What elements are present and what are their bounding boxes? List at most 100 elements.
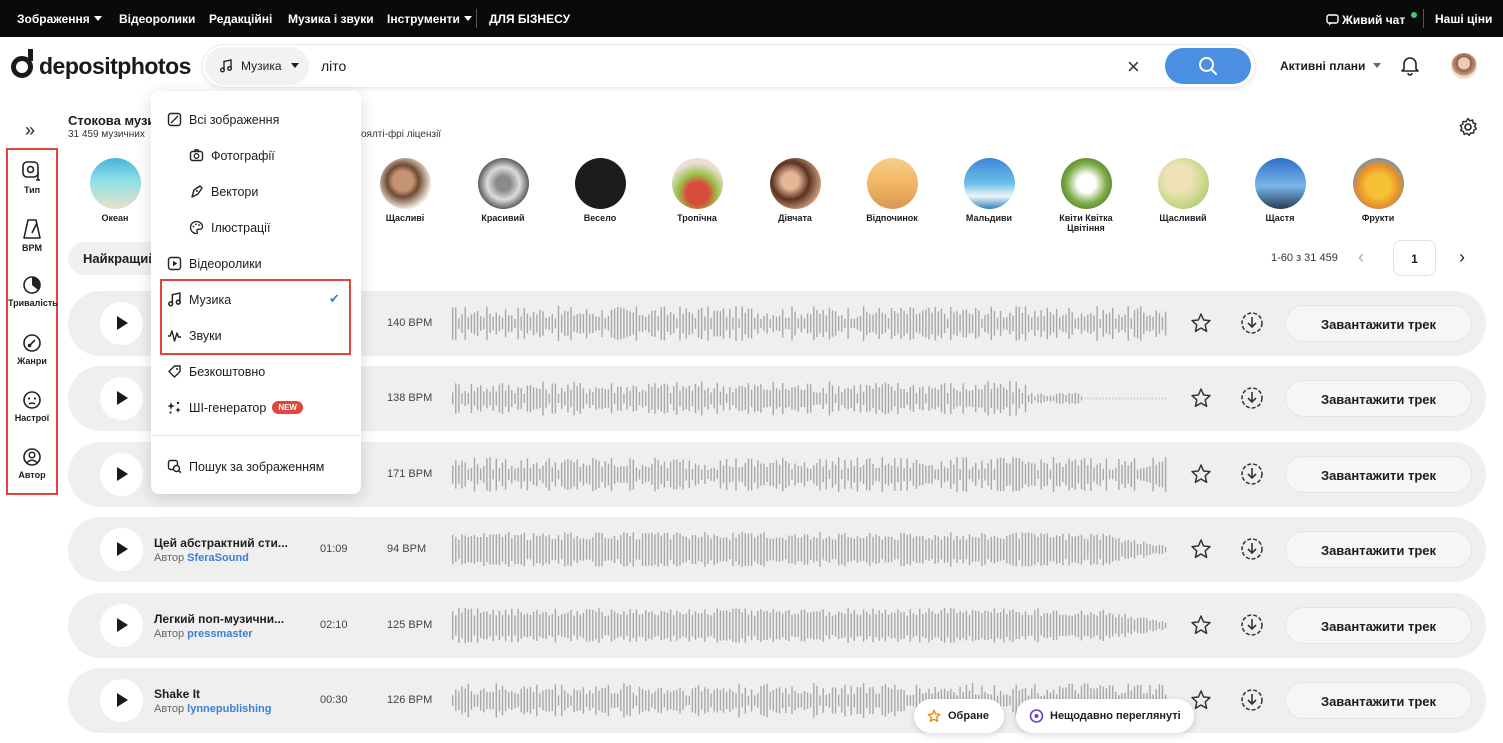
category-ocean[interactable]: Океан — [70, 158, 160, 223]
author-link[interactable]: lynnepublishing — [187, 703, 271, 715]
star-icon[interactable] — [1190, 312, 1212, 334]
star-icon[interactable] — [1190, 689, 1212, 711]
waveform[interactable] — [452, 532, 1168, 567]
category-rest[interactable]: Відпочинок — [847, 158, 937, 223]
waveform-bar — [682, 459, 684, 490]
category-beautiful[interactable]: Красивий — [458, 158, 548, 223]
waveform-bar — [666, 468, 669, 481]
favorites-button[interactable]: Обране — [914, 699, 1004, 733]
search-type-select[interactable]: Музика — [205, 47, 309, 85]
waveform-bar — [582, 314, 585, 333]
menu-item-sounds[interactable]: Звуки — [167, 328, 222, 343]
clear-search-icon[interactable]: × — [1127, 54, 1140, 80]
waveform[interactable] — [452, 306, 1168, 341]
play-button[interactable] — [100, 302, 143, 345]
waveform-bar — [536, 610, 538, 641]
filter-duration[interactable]: Тривалість — [8, 275, 58, 308]
menu-item-search-by-image[interactable]: Пошук за зображенням — [167, 459, 324, 474]
download-icon[interactable] — [1240, 613, 1264, 637]
filter-moods[interactable]: Настрої — [8, 390, 56, 423]
download-track-button[interactable]: Завантажити трек — [1285, 607, 1472, 644]
play-button[interactable] — [100, 453, 143, 496]
play-button[interactable] — [100, 528, 143, 571]
filter-author[interactable]: Автор — [8, 447, 56, 480]
star-icon[interactable] — [1190, 463, 1212, 485]
nav-music[interactable]: Музика і звуки — [288, 12, 374, 26]
download-icon[interactable] — [1240, 537, 1264, 561]
chevron-right-icon[interactable]: › — [1459, 247, 1465, 268]
download-track-button[interactable]: Завантажити трек — [1285, 531, 1472, 568]
waveform-bar — [757, 611, 759, 640]
author-link[interactable]: pressmaster — [187, 628, 252, 640]
bell-icon[interactable] — [1399, 54, 1421, 76]
download-track-button[interactable]: Завантажити трек — [1285, 305, 1472, 342]
active-plans-menu[interactable]: Активні плани — [1280, 59, 1382, 73]
filter-bpm[interactable]: BPM — [8, 218, 56, 253]
menu-item-illustrations[interactable]: Ілюстрації — [189, 220, 270, 235]
category-happy-2[interactable]: Щасливий — [1138, 158, 1228, 223]
nav-prices[interactable]: Наші ціни — [1435, 12, 1492, 26]
menu-item-ai-generator[interactable]: ШІ-генератор NEW — [167, 400, 303, 415]
menu-item-free[interactable]: Безкоштовно — [167, 364, 265, 379]
download-icon[interactable] — [1240, 688, 1264, 712]
recently-viewed-button[interactable]: Нещодавно переглянуті — [1016, 699, 1194, 733]
waveform-bar — [492, 534, 494, 565]
category-happiness[interactable]: Щастя — [1235, 158, 1325, 223]
waveform-bar — [1068, 393, 1070, 404]
category-girls[interactable]: Дівчата — [750, 158, 840, 223]
play-button[interactable] — [100, 679, 143, 722]
category-tropical[interactable]: Тропічна — [652, 158, 742, 223]
chevron-left-icon[interactable]: ‹ — [1358, 247, 1364, 268]
waveform[interactable] — [452, 381, 1168, 416]
download-icon[interactable] — [1240, 386, 1264, 410]
menu-item-vectors[interactable]: Вектори — [189, 184, 258, 199]
live-chat-link[interactable]: Живий чат — [1326, 12, 1417, 27]
nav-business[interactable]: ДЛЯ БІЗНЕСУ — [489, 12, 570, 26]
gear-icon[interactable] — [1458, 117, 1478, 137]
nav-tools[interactable]: Інструменти — [387, 12, 472, 26]
user-avatar[interactable] — [1451, 53, 1477, 79]
track-title[interactable]: Shake It — [154, 687, 200, 701]
waveform-bar — [928, 465, 930, 484]
track-title[interactable]: Цей абстрактний сти... — [154, 536, 288, 550]
page-number-input[interactable]: 1 — [1393, 240, 1436, 276]
waveform-bar — [685, 536, 687, 563]
download-track-button[interactable]: Завантажити трек — [1285, 682, 1472, 719]
search-button[interactable] — [1165, 48, 1251, 84]
star-icon[interactable] — [1190, 614, 1212, 636]
search-input[interactable]: літо — [321, 58, 346, 74]
waveform[interactable] — [452, 457, 1168, 492]
nav-videos[interactable]: Відеоролики — [119, 12, 195, 26]
download-icon[interactable] — [1240, 311, 1264, 335]
menu-item-photos[interactable]: Фотографії — [189, 148, 275, 163]
filter-type[interactable]: Тип — [8, 160, 56, 195]
category-fun[interactable]: Весело — [555, 158, 645, 223]
star-icon[interactable] — [1190, 387, 1212, 409]
track-title[interactable]: Легкий поп-музични... — [154, 612, 284, 626]
category-happy[interactable]: Щасливі — [360, 158, 450, 223]
waveform[interactable] — [452, 608, 1168, 643]
star-icon[interactable] — [1190, 538, 1212, 560]
waveform-bar — [797, 538, 799, 562]
category-maldives[interactable]: Мальдиви — [944, 158, 1034, 223]
play-button[interactable] — [100, 377, 143, 420]
play-button[interactable] — [100, 604, 143, 647]
download-icon[interactable] — [1240, 462, 1264, 486]
category-fruits[interactable]: Фрукти — [1333, 158, 1423, 223]
waveform-bar — [532, 311, 535, 336]
waveform-bar — [645, 610, 647, 641]
category-flowers[interactable]: Квіти Квітка Цвітіння — [1041, 158, 1131, 233]
author-link[interactable]: SferaSound — [187, 552, 249, 564]
nav-editorial[interactable]: Редакційні — [209, 12, 272, 26]
menu-item-music[interactable]: Музика — [167, 292, 231, 307]
logo[interactable]: depositphotos — [11, 49, 191, 80]
nav-images[interactable]: Зображення — [17, 12, 102, 26]
menu-item-videos[interactable]: Відеоролики — [167, 256, 262, 271]
filter-genres[interactable]: Жанри — [8, 333, 56, 366]
menu-item-all-images[interactable]: Всі зображення — [167, 112, 279, 127]
download-track-button[interactable]: Завантажити трек — [1285, 456, 1472, 493]
expand-sidebar-icon[interactable]: » — [25, 120, 35, 141]
waveform-bar — [601, 387, 603, 409]
waveform-bar — [682, 536, 684, 563]
download-track-button[interactable]: Завантажити трек — [1285, 380, 1472, 417]
